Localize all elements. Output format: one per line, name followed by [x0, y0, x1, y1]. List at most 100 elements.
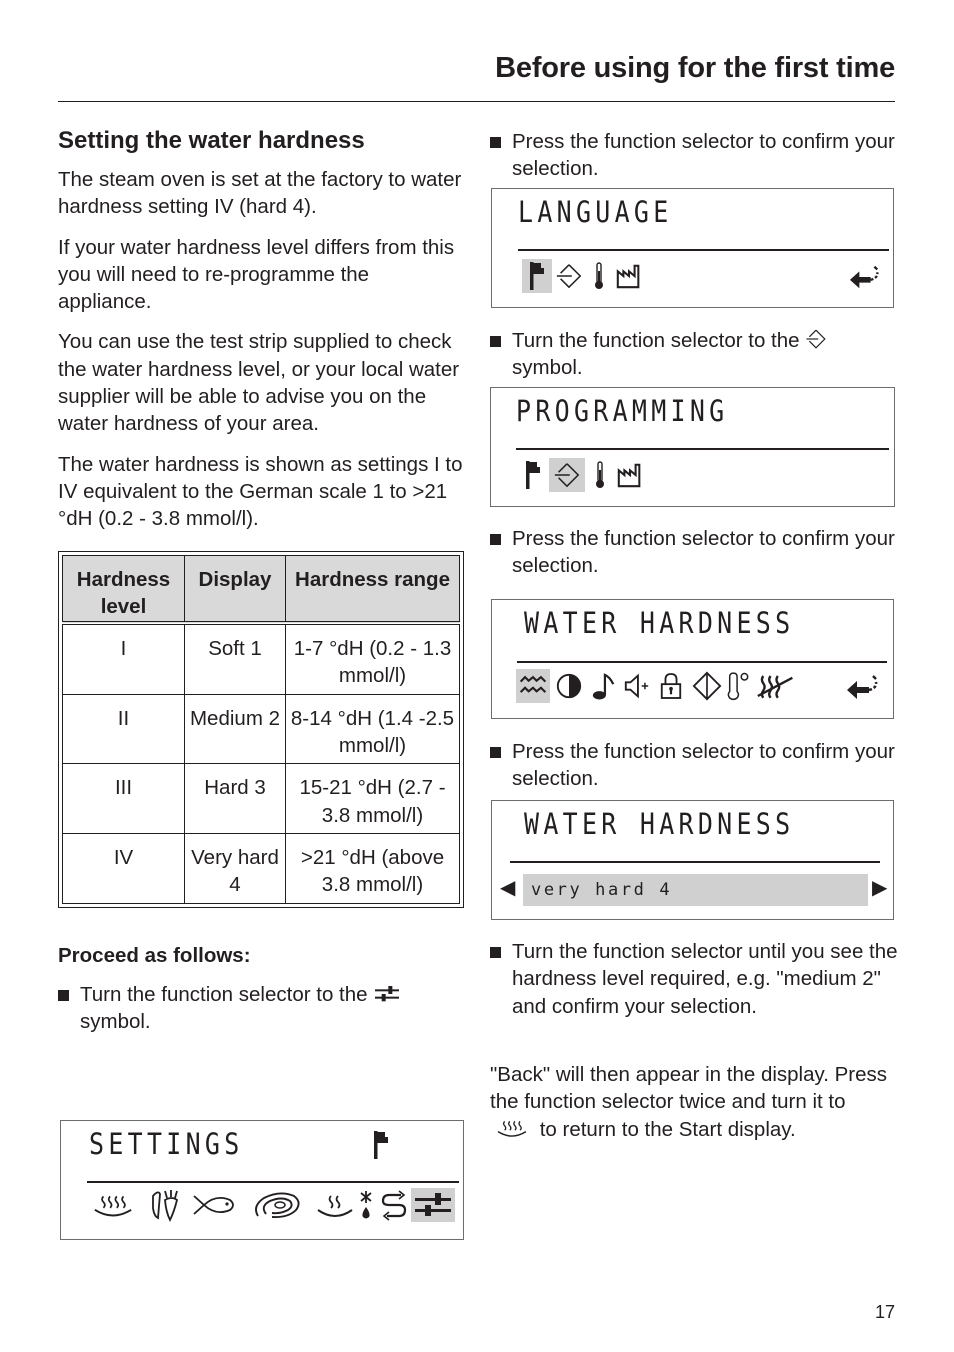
bullet-square — [490, 137, 501, 148]
programming-diamond-icon[interactable] — [554, 259, 584, 293]
language-icon-row — [522, 259, 644, 293]
thermometer-icon[interactable] — [592, 259, 606, 293]
settings-sliders-icon[interactable] — [411, 1188, 455, 1222]
bullet-square — [490, 336, 501, 347]
display-title: SETTINGS — [89, 1127, 244, 1161]
back-arrow-icon[interactable] — [842, 670, 884, 704]
step-2-text: Press the function selector to confirm y… — [512, 130, 895, 181]
start-diamond-icon[interactable] — [692, 669, 722, 703]
final-text-start: "Back" will then appear in the display. … — [490, 1063, 888, 1114]
steam-cooking-icon — [490, 1117, 534, 1139]
table-row: IV Very hard 4 >21 °dH (above 3.8 mmol/l… — [62, 832, 460, 904]
intro-paragraph-2: If your water hardness level differs fro… — [58, 235, 455, 314]
lock-icon[interactable] — [658, 669, 684, 703]
bullet-square — [58, 989, 69, 1001]
display-title: WATER HARDNESS — [524, 606, 795, 640]
page-number: 17 — [874, 1302, 895, 1322]
settings-display: SETTINGS — [60, 1120, 464, 1240]
cell-range: >21 °dH (above 3.8 mmol/l) — [285, 832, 460, 904]
cell-range: 1-7 °dH (0.2 - 1.3 mmol/l) — [285, 622, 460, 695]
step-5: Press the function selector to confirm y… — [490, 738, 918, 793]
step-4-text: Press the function selector to confirm y… — [512, 527, 895, 578]
display-divider — [518, 249, 889, 251]
settings-icon-row — [91, 1188, 455, 1222]
back-arrow-icon[interactable] — [846, 261, 884, 293]
proceed-heading: Proceed as follows: — [58, 943, 251, 967]
table-row: III Hard 3 15-21 °dH (2.7 - 3.8 mmol/l) — [62, 763, 460, 834]
water-hardness-menu-display: WATER HARDNESS — [491, 599, 894, 719]
bullet-square — [490, 747, 501, 758]
step-1: Turn the function selector to the symbol… — [58, 981, 464, 1036]
final-text-end: to return to the Start display. — [539, 1117, 796, 1141]
cell-level: I — [62, 622, 185, 695]
right-column: Press the function selector to confirm y… — [490, 128, 896, 189]
meat-icon[interactable] — [251, 1188, 303, 1222]
display-title: PROGRAMMING — [516, 394, 729, 428]
programming-icon-row — [521, 458, 645, 492]
final-paragraph: "Back" will then appear in the display. … — [490, 1061, 890, 1143]
volume-plus-icon[interactable] — [622, 669, 652, 703]
vegetables-icon[interactable] — [145, 1188, 185, 1222]
water-hardness-icon[interactable] — [516, 669, 550, 703]
step-6: Turn the function selector until you see… — [490, 938, 918, 1020]
factory-icon[interactable] — [614, 259, 644, 293]
cell-level: III — [62, 763, 185, 834]
left-column: Setting the water hardness The steam ove… — [58, 124, 464, 1041]
step-3-text: Turn the function selector to the — [512, 329, 800, 352]
page-title: Before using for the first time — [495, 52, 895, 84]
step-1-text-end: symbol. — [80, 1009, 151, 1033]
language-display: LANGUAGE — [491, 188, 894, 308]
step-2: Press the function selector to confirm y… — [490, 128, 896, 183]
thermometer-icon[interactable] — [593, 458, 607, 492]
table-header-row: Hardness level Display Hardness range — [62, 554, 460, 624]
column-header-level: Hardness level — [62, 554, 185, 624]
step-5-text: Press the function selector to confirm y… — [512, 740, 895, 791]
flag-icon[interactable] — [522, 259, 552, 293]
next-value-arrow[interactable]: ▶ — [872, 875, 887, 900]
music-note-icon[interactable] — [590, 669, 618, 703]
programming-display: PROGRAMMING — [490, 387, 895, 507]
intro-paragraph-4: The water hardness is shown as settings … — [58, 452, 463, 531]
cell-range: 15-21 °dH (2.7 - 3.8 mmol/l) — [285, 763, 460, 834]
intro-paragraph-3: You can use the test strip supplied to c… — [58, 330, 460, 436]
intro-paragraph-1: The steam oven is set at the factory to … — [58, 168, 462, 219]
auto-programme-icon[interactable] — [379, 1188, 409, 1222]
table-row: II Medium 2 8-14 °dH (1.4 -2.5 mmol/l) — [62, 693, 460, 765]
display-title: LANGUAGE — [518, 195, 673, 229]
steam-cooking-icon[interactable] — [91, 1188, 135, 1222]
hardness-table: Hardness level Display Hardness range I … — [58, 550, 464, 908]
step-6-text: Turn the function selector until you see… — [512, 940, 898, 1018]
flag-icon — [371, 1129, 391, 1161]
reheat-icon[interactable] — [315, 1188, 355, 1222]
column-header-display: Display — [184, 554, 286, 624]
section-title: Setting the water hardness — [58, 127, 365, 154]
fish-icon[interactable] — [191, 1188, 239, 1222]
contrast-icon[interactable] — [554, 669, 584, 703]
factory-icon[interactable] — [615, 458, 645, 492]
bullet-square — [490, 534, 501, 545]
cell-display: Soft 1 — [184, 622, 286, 695]
display-divider — [510, 861, 880, 863]
previous-value-arrow[interactable]: ◀ — [500, 875, 515, 900]
display-divider — [517, 661, 887, 663]
temperature-unit-icon[interactable] — [726, 669, 750, 703]
cell-display: Hard 3 — [184, 763, 286, 834]
steam-reduction-icon[interactable] — [756, 669, 796, 703]
step-3: Turn the function selector to the symbol… — [490, 327, 918, 382]
defrost-icon[interactable] — [357, 1188, 375, 1222]
step-4: Press the function selector to confirm y… — [490, 525, 918, 580]
water-hardness-icon-row — [516, 669, 796, 703]
step-1-text: Turn the function selector to the — [80, 982, 368, 1006]
table-row: I Soft 1 1-7 °dH (0.2 - 1.3 mmol/l) — [62, 622, 460, 695]
programming-diamond-icon — [805, 328, 827, 350]
display-divider — [516, 448, 889, 450]
flag-icon[interactable] — [521, 458, 545, 492]
hardness-value[interactable]: very hard 4 — [523, 874, 868, 906]
programming-diamond-icon[interactable] — [549, 458, 585, 492]
cell-range: 8-14 °dH (1.4 -2.5 mmol/l) — [285, 693, 460, 765]
display-title: WATER HARDNESS — [524, 807, 795, 841]
settings-sliders-icon — [373, 984, 401, 1004]
cell-level: II — [62, 693, 185, 765]
cell-display: Medium 2 — [184, 693, 286, 765]
step-3-text-end: symbol. — [512, 356, 583, 380]
